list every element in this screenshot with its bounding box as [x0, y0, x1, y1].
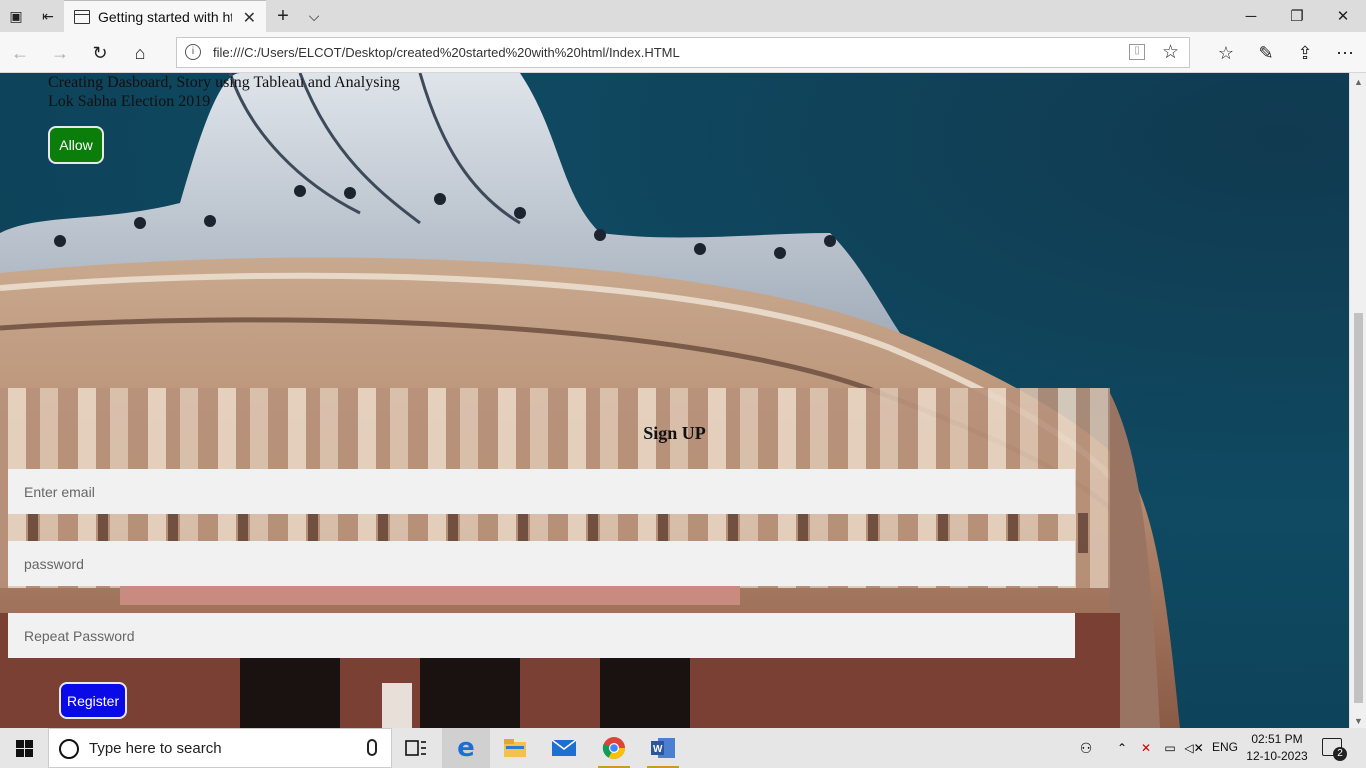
search-placeholder: Type here to search	[89, 740, 222, 757]
address-bar[interactable]: i file:///C:/Users/ELCOT/Desktop/created…	[176, 37, 1190, 68]
network-disconnected-icon[interactable]: ✕	[1134, 728, 1158, 768]
repeat-password-field[interactable]	[8, 613, 1075, 658]
favorite-star-icon[interactable]: ☆	[1162, 41, 1179, 64]
tab-list-chevron-icon[interactable]: ⌵	[304, 6, 324, 26]
tab-title: Getting started with htm	[98, 9, 232, 25]
clock-date: 12-10-2023	[1246, 749, 1308, 763]
scroll-up-arrow-icon[interactable]: ▲	[1354, 77, 1363, 87]
scroll-down-arrow-icon[interactable]: ▼	[1354, 716, 1363, 726]
web-note-pen-icon[interactable]: ✎	[1255, 42, 1277, 64]
cortana-icon	[59, 739, 79, 759]
favorites-hub-icon[interactable]: ☆	[1215, 42, 1237, 64]
allow-button[interactable]: Allow	[48, 126, 104, 164]
scrollbar-thumb[interactable]	[1354, 313, 1363, 703]
page-scrollbar[interactable]: ▲ ▼	[1349, 73, 1366, 728]
chrome-icon[interactable]	[590, 728, 638, 768]
windows-taskbar: Type here to search e W ⚇ ⌃ ✕ ▭ ◁✕ ENG 0…	[0, 728, 1366, 768]
refresh-icon[interactable]: ↻	[89, 42, 111, 64]
share-icon[interactable]: ⇪	[1294, 42, 1316, 64]
action-center-icon[interactable]: 2	[1322, 738, 1347, 761]
back-arrow-icon[interactable]: ←	[9, 42, 31, 64]
windows-logo-icon	[15, 739, 33, 757]
page-viewport: Creating Dasboard, Story using Tableau a…	[0, 73, 1349, 728]
restore-icon[interactable]: ❐	[1274, 0, 1320, 32]
microphone-icon[interactable]	[367, 739, 377, 756]
minimize-icon[interactable]: ─	[1228, 0, 1274, 32]
people-icon[interactable]: ⚇	[1066, 728, 1106, 768]
site-info-icon[interactable]: i	[185, 44, 201, 60]
close-tab-icon[interactable]: ✕	[243, 8, 256, 28]
url-text[interactable]: file:///C:/Users/ELCOT/Desktop/created%2…	[213, 45, 680, 60]
notification-count-badge: 2	[1333, 747, 1347, 761]
tab-active[interactable]: Getting started with htm ✕	[64, 0, 266, 32]
more-menu-icon[interactable]: ⋯	[1334, 42, 1356, 64]
language-indicator[interactable]: ENG	[1212, 740, 1238, 754]
intro-text: Creating Dasboard, Story using Tableau a…	[48, 74, 400, 110]
set-tabs-aside-icon[interactable]: ⇤	[38, 6, 58, 26]
task-view-icon[interactable]	[392, 728, 440, 768]
clock[interactable]: 02:51 PM 12-10-2023	[1246, 731, 1308, 765]
file-explorer-icon[interactable]	[491, 728, 539, 768]
svg-text:W: W	[653, 744, 663, 755]
home-icon[interactable]: ⌂	[129, 42, 151, 64]
word-icon[interactable]: W	[639, 728, 687, 768]
volume-muted-icon[interactable]: ◁✕	[1182, 728, 1206, 768]
new-tab-icon[interactable]: +	[273, 5, 293, 27]
forward-arrow-icon[interactable]: →	[49, 42, 71, 64]
edge-browser-icon[interactable]: e	[442, 728, 490, 768]
taskbar-search-box[interactable]: Type here to search	[48, 728, 392, 768]
password-field[interactable]	[8, 541, 1075, 586]
start-button[interactable]	[0, 728, 48, 768]
clock-time: 02:51 PM	[1251, 732, 1303, 746]
signup-title: Sign UP	[643, 423, 706, 443]
battery-icon[interactable]: ▭	[1158, 728, 1182, 768]
page-favicon-icon	[74, 10, 90, 24]
browser-tab-bar: ▣ ⇤ Getting started with htm ✕ + ⌵ ─ ❐ ✕	[0, 0, 1366, 32]
mail-icon[interactable]	[540, 728, 588, 768]
close-window-icon[interactable]: ✕	[1320, 0, 1366, 32]
register-button[interactable]: Register	[59, 682, 127, 719]
show-hidden-icons-chevron-icon[interactable]: ⌃	[1110, 728, 1134, 768]
address-toolbar: ← → ↻ ⌂ i file:///C:/Users/ELCOT/Desktop…	[0, 32, 1366, 73]
reading-view-icon[interactable]: ▯	[1129, 44, 1145, 60]
tab-manager-icon[interactable]: ▣	[6, 6, 26, 26]
email-field[interactable]	[8, 469, 1075, 514]
